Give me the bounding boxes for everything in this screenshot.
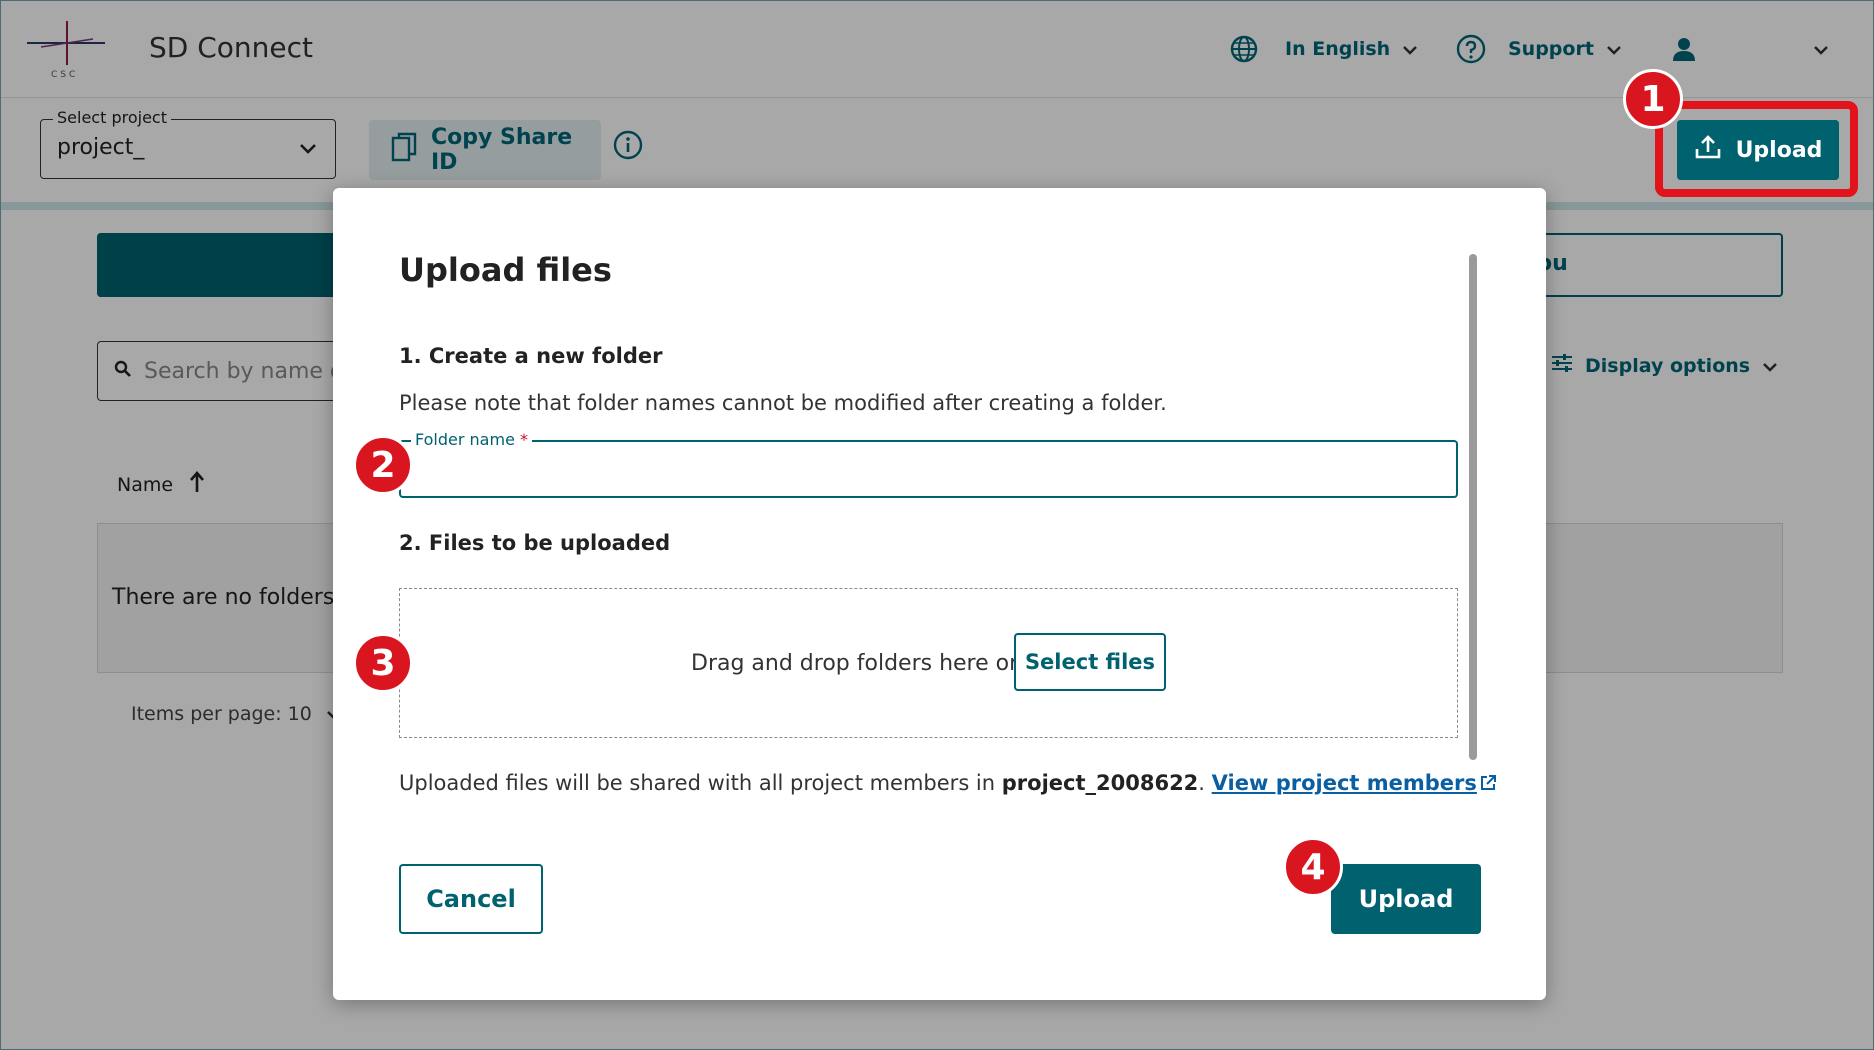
- share-note-text: Uploaded files will be shared with all p…: [399, 771, 1002, 795]
- external-link-icon: [1477, 771, 1497, 795]
- dialog-upload-button[interactable]: Upload: [1331, 864, 1481, 934]
- share-note-separator: .: [1198, 771, 1212, 795]
- step-badge-2: 2: [353, 435, 413, 495]
- project-name: project_2008622: [1001, 771, 1199, 795]
- dropzone-text: Drag and drop folders here or: [691, 651, 1019, 676]
- view-project-members-link[interactable]: View project members: [1212, 771, 1477, 795]
- highlight-box: [1655, 101, 1858, 197]
- dialog-scrollbar[interactable]: [1469, 254, 1477, 760]
- dialog-title: Upload files: [399, 251, 612, 289]
- app-frame: CSC SD Connect In English Support Select…: [0, 0, 1874, 1050]
- cancel-button[interactable]: Cancel: [399, 864, 543, 934]
- step-badge-3: 3: [353, 633, 413, 693]
- share-note: Uploaded files will be shared with all p…: [399, 771, 1497, 795]
- step-badge-4: 4: [1283, 837, 1343, 897]
- required-mark: *: [520, 430, 528, 449]
- upload-files-dialog: Upload files 1. Create a new folder Plea…: [333, 188, 1546, 1000]
- file-dropzone[interactable]: Drag and drop folders here or Select fil…: [399, 588, 1458, 738]
- select-files-button[interactable]: Select files: [1014, 633, 1166, 691]
- folder-name-note: Please note that folder names cannot be …: [399, 391, 1167, 415]
- folder-name-label: Folder name *: [411, 430, 532, 449]
- step1-heading: 1. Create a new folder: [399, 344, 663, 368]
- step2-heading: 2. Files to be uploaded: [399, 531, 671, 555]
- step-badge-1: 1: [1623, 69, 1683, 129]
- folder-name-field[interactable]: Folder name *: [399, 430, 1458, 498]
